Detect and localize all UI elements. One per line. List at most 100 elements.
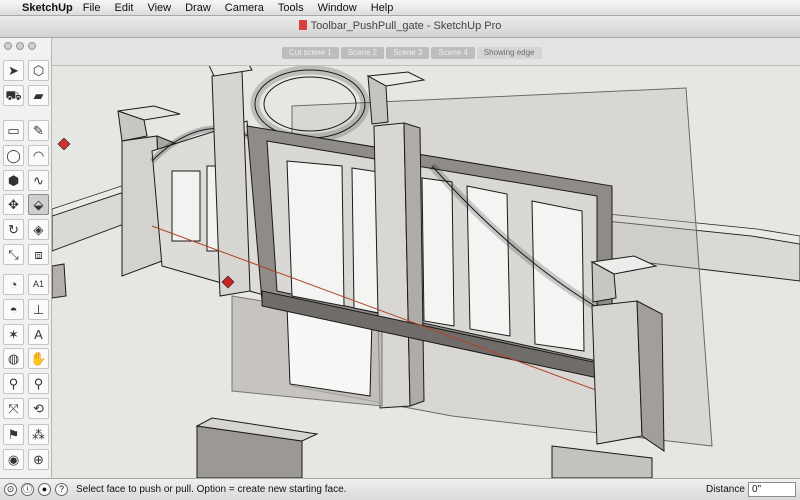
arrow-icon: ➤: [8, 63, 19, 78]
left-gate-pane-1: [171, 170, 201, 242]
circle-icon: ◯: [6, 148, 21, 163]
axes-icon: ⊥: [32, 302, 45, 317]
left-small-block: [52, 263, 67, 299]
sketchup-app: SketchUp File Edit View Draw Camera Tool…: [0, 0, 800, 500]
menu-file[interactable]: File: [83, 2, 101, 14]
3d-text-tool-button[interactable]: A: [28, 324, 49, 345]
move-tool-button[interactable]: ✥: [3, 194, 24, 215]
scene-tab-4[interactable]: Scene 4: [431, 47, 475, 59]
window-title-text: Toolbar_PushPull_gate - SketchUp Pro: [310, 20, 502, 32]
circle-tool-button[interactable]: ◯: [3, 145, 24, 166]
status-icons: ⊙ ⓘ ● ?: [4, 483, 68, 496]
line-tool-button[interactable]: ✎: [28, 120, 49, 141]
dimension-tool-button[interactable]: ✶: [3, 324, 24, 345]
menu-tools[interactable]: Tools: [278, 2, 304, 14]
zoom-window-tool-button[interactable]: ⚲: [28, 373, 49, 394]
scene-tab-2[interactable]: Scene 2: [340, 47, 385, 59]
scale-tool-button[interactable]: ⤡: [3, 244, 24, 265]
measurements-label: Distance: [706, 484, 745, 495]
gate-model-drawing: [52, 66, 800, 478]
look-around-tool-button[interactable]: ◉: [3, 449, 24, 470]
footprints-icon: ⁂: [32, 427, 45, 442]
window-title: Toolbar_PushPull_gate - SketchUp Pro: [0, 20, 800, 32]
menu-draw[interactable]: Draw: [185, 2, 211, 14]
credits-icon[interactable]: ⓘ: [21, 483, 34, 496]
model-viewport[interactable]: [52, 66, 800, 478]
eye-icon: ◉: [7, 452, 20, 467]
scene-tabs: Cut scene 1 Scene 2 Scene 3 Scene 4 Show…: [282, 47, 544, 59]
component-icon: ⬡: [32, 63, 45, 78]
offset-tool-button[interactable]: ⧈: [28, 244, 49, 265]
previous-view-icon: ⟲: [33, 401, 44, 416]
document-icon: [298, 20, 307, 30]
text-icon: A1: [32, 279, 44, 289]
scene-tab-1[interactable]: Cut scene 1: [282, 47, 339, 59]
palette-close-button[interactable]: [4, 42, 12, 50]
tape-measure-tool-button[interactable]: ◔: [3, 274, 24, 295]
right-pillar-front: [591, 300, 643, 445]
zoom-extents-tool-button[interactable]: ⤧: [3, 398, 24, 419]
gate-window-5: [531, 200, 585, 352]
tool-group-3: ✥ ⬙ ↻ ◈ ⤡ ⧈: [3, 194, 49, 265]
zoom-window-icon: ⚲: [33, 376, 44, 391]
menu-bar: SketchUp File Edit View Draw Camera Tool…: [0, 0, 800, 16]
menu-view[interactable]: View: [147, 2, 171, 14]
menu-camera[interactable]: Camera: [225, 2, 264, 14]
menu-edit[interactable]: Edit: [114, 2, 133, 14]
polygon-icon: ⬢: [7, 173, 20, 188]
freehand-tool-button[interactable]: ∿: [28, 170, 49, 191]
tool-group-6: ⚑ ⁂ ◉ ⊕: [3, 424, 49, 470]
status-bar: ⊙ ⓘ ● ? Select face to push or pull. Opt…: [0, 478, 800, 500]
status-message: Select face to push or pull. Option = cr…: [76, 484, 347, 495]
geo-location-icon[interactable]: ⊙: [4, 483, 17, 496]
move-icon: ✥: [8, 197, 19, 212]
make-component-tool-button[interactable]: ⬡: [28, 60, 49, 81]
user-icon[interactable]: ●: [38, 483, 51, 496]
rectangle-tool-button[interactable]: ▭: [3, 120, 24, 141]
zoom-tool-button[interactable]: ⚲: [3, 373, 24, 394]
arc-tool-button[interactable]: ◠: [28, 145, 49, 166]
large-tool-set-toolbar: ➤ ⬡ ⛟ ▰ ▭ ✎ ◯ ◠ ⬢ ∿ ✥ ⬙ ↻ ◈ ⤡ ⧈ ◔ A1 ◓ ⊥ ✶ A ◍ ✋ ⚲ ⚲ ⤧ ⟲ ⚑ ⁂ ◉ ⊕: [0, 38, 52, 478]
freehand-icon: ∿: [33, 173, 44, 188]
follow-me-tool-button[interactable]: ◈: [28, 219, 49, 240]
zoom-extents-icon: ⤧: [8, 401, 19, 416]
axis-marker-left: [57, 137, 71, 151]
orbit-icon: ◍: [7, 351, 20, 366]
text-tool-button[interactable]: A1: [28, 274, 49, 295]
arc-icon: ◠: [32, 148, 45, 163]
menu-window[interactable]: Window: [318, 2, 357, 14]
tool-group-2: ▭ ✎ ◯ ◠ ⬢ ∿: [3, 120, 49, 191]
section-plane-tool-button[interactable]: ⊕: [28, 449, 49, 470]
position-camera-tool-button[interactable]: ⚑: [3, 424, 24, 445]
protractor-tool-button[interactable]: ◓: [3, 299, 24, 320]
orbit-tool-button[interactable]: ◍: [3, 348, 24, 369]
eraser-tool-button[interactable]: ▰: [28, 85, 49, 106]
push-pull-icon: ⬙: [33, 197, 44, 212]
tool-group-1: ➤ ⬡ ⛟ ▰: [3, 60, 49, 106]
follow-me-icon: ◈: [33, 222, 44, 237]
scene-tab-3[interactable]: Scene 3: [386, 47, 430, 59]
walk-tool-button[interactable]: ⁂: [28, 424, 49, 445]
help-icon[interactable]: ?: [55, 483, 68, 496]
palette-window-controls: [4, 42, 36, 50]
pan-tool-button[interactable]: ✋: [28, 348, 49, 369]
previous-view-tool-button[interactable]: ⟲: [28, 398, 49, 419]
select-tool-button[interactable]: ➤: [3, 60, 24, 81]
paint-bucket-tool-button[interactable]: ⛟: [3, 85, 24, 106]
polygon-tool-button[interactable]: ⬢: [3, 170, 24, 191]
dimension-icon: ✶: [8, 327, 19, 342]
protractor-icon: ◓: [9, 302, 18, 317]
push-pull-tool-button[interactable]: ⬙: [28, 194, 49, 215]
right-pillar-base: [551, 445, 653, 478]
palette-zoom-button[interactable]: [28, 42, 36, 50]
menu-help[interactable]: Help: [371, 2, 394, 14]
rotate-tool-button[interactable]: ↻: [3, 219, 24, 240]
scene-tab-5[interactable]: Showing edge: [476, 47, 542, 59]
axes-tool-button[interactable]: ⊥: [28, 299, 49, 320]
measurements-input[interactable]: 0": [748, 482, 796, 497]
rectangle-icon: ▭: [7, 123, 20, 138]
gate-window-3: [421, 177, 455, 327]
3d-text-icon: A: [34, 327, 43, 342]
app-menu[interactable]: SketchUp: [22, 2, 73, 14]
palette-minimize-button[interactable]: [16, 42, 24, 50]
